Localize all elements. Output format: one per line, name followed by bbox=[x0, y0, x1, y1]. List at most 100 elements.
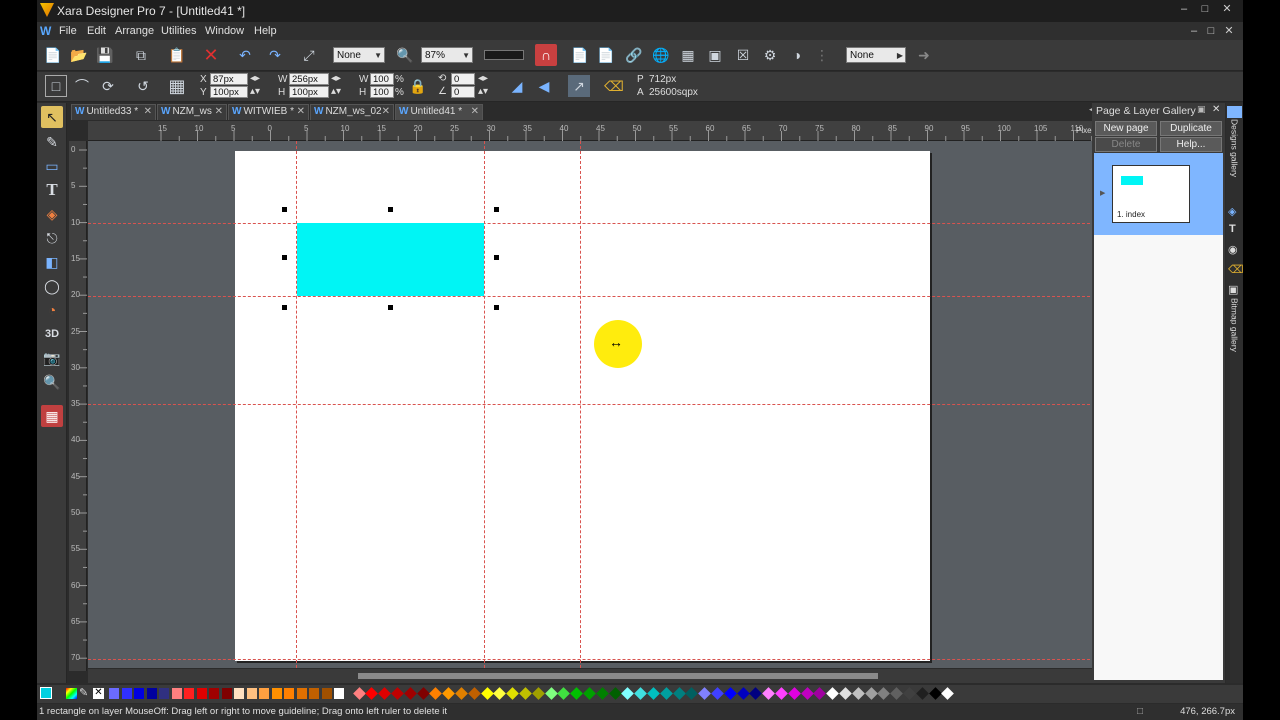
color-swatch[interactable] bbox=[146, 688, 157, 699]
color-swatch[interactable] bbox=[762, 687, 775, 700]
doc-restore-button[interactable]: □ bbox=[1203, 25, 1219, 37]
menu-utilities[interactable]: Utilities bbox=[161, 25, 196, 37]
page-item-selected[interactable]: ▶ 1. index bbox=[1094, 153, 1223, 235]
horizontal-guideline[interactable] bbox=[88, 404, 1115, 405]
color-swatch[interactable] bbox=[787, 687, 801, 700]
snap-magnet-icon[interactable]: ∩ bbox=[535, 44, 557, 66]
link-icon[interactable]: 🔗 bbox=[623, 44, 645, 66]
zoom-combo[interactable]: 87% ▼ bbox=[421, 47, 473, 63]
tab-nzm-ws-02[interactable]: W NZM_ws_02 ✕ bbox=[310, 104, 394, 120]
text-icon[interactable]: T bbox=[1229, 223, 1236, 235]
color-swatch[interactable] bbox=[557, 687, 571, 700]
w-stepper-icon[interactable]: ◂▸ bbox=[331, 73, 341, 84]
shadow-tool-icon[interactable]: ◧ bbox=[41, 251, 63, 273]
color-swatch[interactable] bbox=[519, 687, 532, 700]
duplicate-button[interactable]: Duplicate bbox=[1160, 121, 1222, 136]
vertical-ruler[interactable]: 0 5 10 15 20 25 30 35 40 45 50 55 60 65 70 bbox=[69, 141, 87, 671]
color-swatch[interactable] bbox=[246, 688, 257, 699]
color-swatch[interactable] bbox=[209, 688, 219, 699]
color-swatch[interactable] bbox=[595, 687, 609, 700]
horizontal-guideline[interactable] bbox=[88, 223, 1115, 224]
color-swatch[interactable] bbox=[506, 687, 519, 700]
color-swatch[interactable] bbox=[800, 687, 814, 700]
horizontal-guideline[interactable] bbox=[88, 659, 1115, 660]
color-swatch[interactable] bbox=[685, 687, 699, 700]
gallery-icon[interactable]: ▦ bbox=[677, 44, 699, 66]
redo-icon[interactable]: ↷ bbox=[264, 44, 286, 66]
color-swatch[interactable] bbox=[698, 687, 711, 700]
new-page-button[interactable]: New page bbox=[1095, 121, 1157, 136]
color-swatch[interactable] bbox=[171, 688, 182, 699]
y-stepper-icon[interactable]: ▴▾ bbox=[250, 86, 260, 97]
no-color-icon[interactable]: ✕ bbox=[93, 688, 104, 699]
selection-handle[interactable] bbox=[494, 255, 499, 260]
vertical-guideline[interactable] bbox=[484, 141, 485, 668]
color-swatch[interactable] bbox=[309, 688, 319, 699]
color-swatch[interactable] bbox=[851, 687, 865, 700]
arrow-right-icon[interactable]: ➜ bbox=[913, 44, 935, 66]
color-swatch[interactable] bbox=[736, 687, 750, 700]
horizontal-guideline[interactable] bbox=[88, 296, 1115, 297]
cyan-rectangle[interactable] bbox=[297, 223, 484, 296]
close-icon[interactable]: ✕ bbox=[144, 105, 152, 119]
color-swatch[interactable] bbox=[723, 687, 737, 700]
3d-tool-icon[interactable]: 3D bbox=[41, 323, 63, 345]
color-swatch[interactable] bbox=[480, 687, 494, 700]
x-position-field[interactable]: 87px bbox=[210, 73, 248, 85]
color-swatch[interactable] bbox=[634, 687, 647, 700]
color-swatch[interactable] bbox=[296, 688, 307, 699]
color-swatch[interactable] bbox=[416, 687, 430, 700]
color-swatch[interactable] bbox=[775, 687, 788, 700]
color-swatch[interactable] bbox=[890, 687, 903, 700]
selection-handle[interactable] bbox=[388, 305, 393, 310]
copy-icon[interactable]: ⧉ bbox=[130, 44, 152, 66]
web-export-icon[interactable]: 📄 bbox=[595, 44, 617, 66]
color-swatch[interactable] bbox=[109, 688, 119, 699]
color-swatch[interactable] bbox=[391, 687, 404, 700]
h-stepper-icon[interactable]: ▴▾ bbox=[331, 86, 341, 97]
menu-help[interactable]: Help bbox=[254, 25, 277, 37]
vertical-guideline[interactable] bbox=[580, 141, 581, 668]
rotation-field[interactable]: 0 bbox=[451, 73, 475, 85]
close-button[interactable]: ✕ bbox=[1219, 3, 1235, 15]
color-swatch[interactable] bbox=[221, 688, 232, 699]
settings-icon[interactable]: ⚙ bbox=[759, 44, 781, 66]
color-swatch[interactable] bbox=[334, 688, 344, 699]
color-swatch[interactable] bbox=[659, 687, 673, 700]
scale-height-field[interactable]: 100 bbox=[370, 86, 394, 98]
close-icon[interactable]: ✕ bbox=[297, 105, 305, 119]
color-swatch[interactable] bbox=[365, 687, 379, 700]
color-swatch[interactable] bbox=[271, 688, 282, 699]
help-button[interactable]: Help... bbox=[1160, 137, 1222, 152]
canvas-pasteboard[interactable]: ↔ bbox=[88, 141, 1115, 668]
color-swatch[interactable] bbox=[234, 688, 244, 699]
minimize-button[interactable]: – bbox=[1176, 3, 1192, 15]
y-position-field[interactable]: 100px bbox=[210, 86, 248, 98]
text-tool-icon[interactable]: T bbox=[41, 179, 63, 201]
color-swatch[interactable] bbox=[184, 688, 194, 699]
color-swatch[interactable] bbox=[570, 687, 583, 700]
save-icon[interactable]: 💾 bbox=[94, 44, 116, 66]
color-swatch[interactable] bbox=[196, 688, 207, 699]
color-swatch[interactable] bbox=[928, 687, 942, 700]
color-swatch[interactable] bbox=[352, 687, 366, 700]
color-swatch[interactable] bbox=[544, 687, 558, 700]
doc-menu-icon[interactable]: W bbox=[40, 24, 51, 38]
bitmap-gallery-tab[interactable]: Bitmap gallery bbox=[1227, 298, 1242, 360]
color-icon[interactable]: ◉ bbox=[1228, 243, 1238, 256]
bounding-box-icon[interactable]: □ bbox=[45, 75, 67, 97]
zoom-tool-icon[interactable]: 🔍 bbox=[41, 371, 63, 393]
color-swatch[interactable] bbox=[493, 687, 507, 700]
page-thumbnail[interactable]: 1. index bbox=[1112, 165, 1190, 223]
bitmap-icon[interactable]: ▣ bbox=[1228, 283, 1238, 296]
vertical-guideline[interactable] bbox=[296, 141, 297, 668]
undo-icon[interactable]: ↶ bbox=[234, 44, 256, 66]
color-swatch[interactable] bbox=[749, 687, 763, 700]
doc-minimize-button[interactable]: – bbox=[1186, 25, 1202, 37]
rectangle-tool-icon[interactable]: ▭ bbox=[41, 155, 63, 177]
flip-horizontal-icon[interactable]: ◢ bbox=[506, 75, 528, 97]
scrollbar-thumb[interactable] bbox=[358, 673, 878, 679]
color-swatch[interactable] bbox=[903, 687, 916, 700]
color-swatch[interactable] bbox=[877, 687, 891, 700]
eyedropper-icon[interactable]: ✎ bbox=[79, 686, 88, 699]
